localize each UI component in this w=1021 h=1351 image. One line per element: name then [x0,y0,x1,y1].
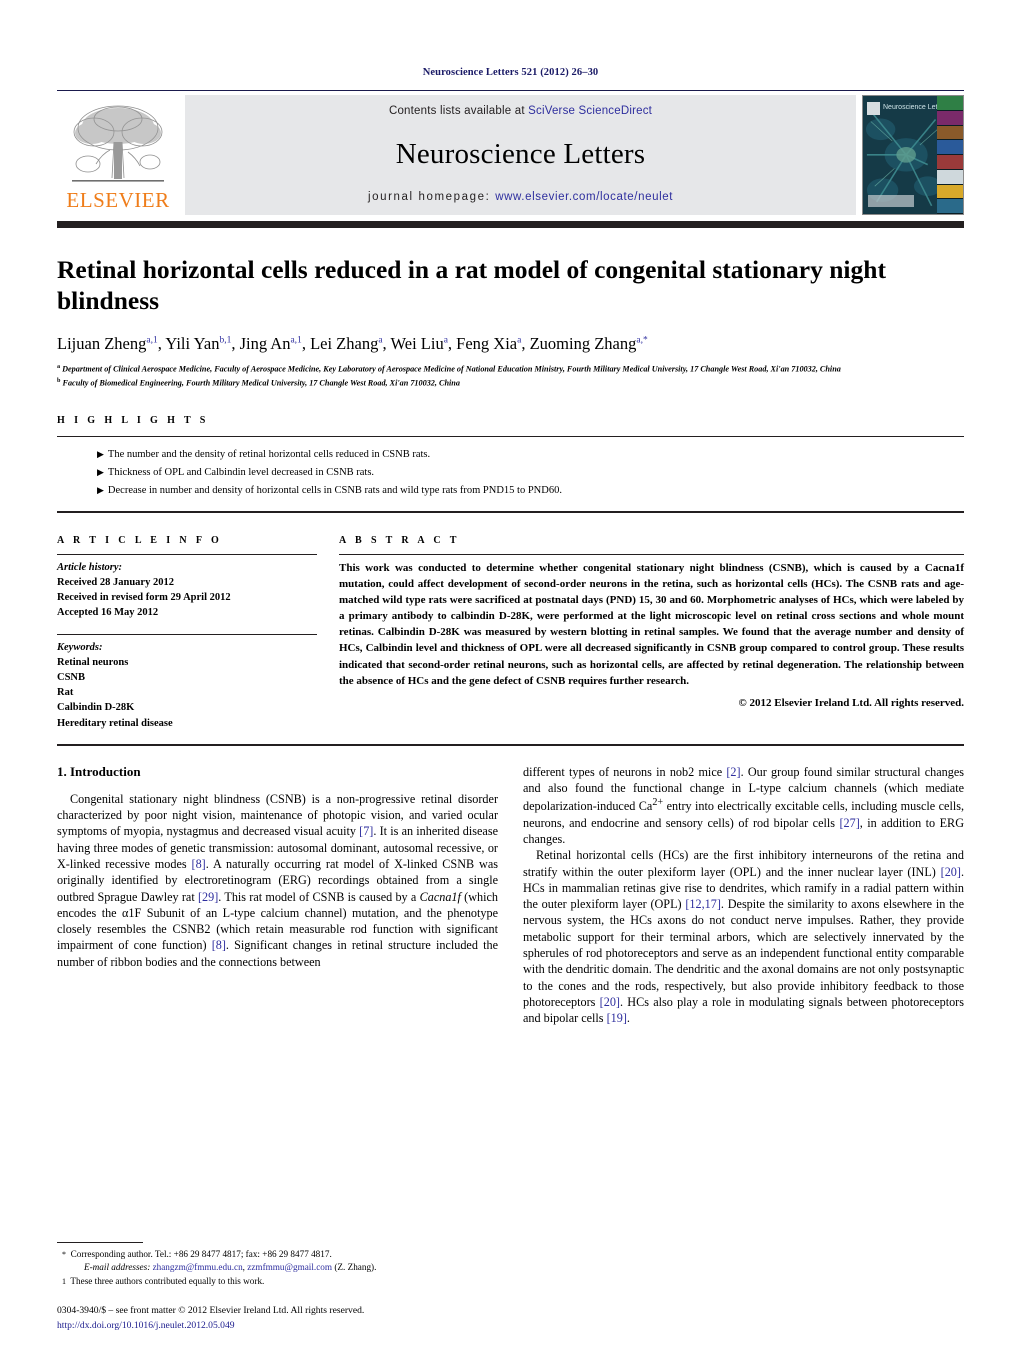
body-columns: 1. Introduction Congenital stationary ni… [57,764,964,1027]
article-info-column: A R T I C L E I N F O Article history: R… [57,535,339,731]
doi-link[interactable]: http://dx.doi.org/10.1016/j.neulet.2012.… [57,1319,527,1333]
abstract-text: This work was conducted to determine whe… [339,561,964,687]
affiliation-b: b Faculty of Biomedical Engineering, Fou… [57,377,460,388]
keywords-block: Keywords: Retinal neurons CSNB Rat Calbindi… [57,633,317,731]
article-history-item: Received 28 January 2012 [57,576,174,588]
cover-strip-cell [937,169,963,185]
intro-paragraph-right-1: different types of neurons in nob2 mice … [523,764,965,847]
page-title: Retinal horizontal cells reduced in a ra… [57,255,886,316]
cover-strip-cell [937,140,963,155]
cover-strip-cell [937,96,963,111]
keyword-item: Hereditary retinal disease [57,717,173,729]
journal-title: Neuroscience Letters [395,137,646,170]
intro-paragraph-right-2: Retinal horizontal cells (HCs) are the f… [523,848,964,1026]
abstract-label: A B S T R A C T [339,534,460,546]
intro-paragraph-left: Congenital stationary night blindness (C… [57,791,499,969]
abstract-column: A B S T R A C T This work was conducted … [339,535,964,731]
masthead-bottom-rule [57,221,964,228]
abstract-block: This work was conducted to determine whe… [339,553,964,709]
article-history-block: Article history: Received 28 January 201… [57,553,317,621]
keyword-item: CSNB [57,672,86,683]
imprint-block: 0304-3940/$ – see front matter © 2012 El… [57,1304,527,1333]
article-history-heading: Article history: [57,561,123,573]
info-abstract-row: A R T I C L E I N F O Article history: R… [57,535,964,731]
affiliation-a-text: Department of Clinical Aerospace Medicin… [62,364,841,374]
cover-strip-cell [937,199,963,214]
footnote-rule [57,1241,143,1243]
elsevier-logo[interactable]: ELSEVIER [57,95,179,215]
cover-strip-cell [937,184,963,200]
highlights-label: H I G H L I G H T S [57,414,209,426]
keyword-item: Calbindin D-28K [57,702,135,714]
triangle-right-icon: ▶ [97,485,104,496]
cover-strip-cell [937,155,963,170]
body-column-left: 1. Introduction Congenital stationary ni… [57,764,498,1027]
affiliation-b-text: Faculty of Biomedical Engineering, Fourt… [62,378,460,388]
highlights-bottom-rule [57,510,964,513]
journal-homepage-link[interactable]: www.elsevier.com/locate/neulet [495,191,673,203]
article-history-list: Received 28 January 2012 Received in revi… [57,575,317,621]
journal-homepage-line: journal homepage: www.elsevier.com/locat… [368,191,673,203]
footnote-corresponding-author: * Corresponding author. Tel.: +86 29 847… [62,1248,332,1259]
abstract-bottom-rule [57,743,964,746]
footnote-email-addresses[interactable]: E-mail addresses: zhangzm@fmmu.edu.cn, z… [57,1261,487,1275]
article-info-label: A R T I C L E I N F O [57,534,223,546]
masthead-top-rule [57,90,964,91]
footnote-equal-contribution: 1 These three authors contributed equall… [62,1276,265,1287]
sciencedirect-link[interactable]: SciVerse ScienceDirect [528,105,652,117]
elsevier-wordmark: ELSEVIER [66,188,170,212]
article-history-item: Received in revised form 29 April 2012 [57,592,231,604]
affiliation-a: a Department of Clinical Aerospace Medic… [57,362,841,374]
triangle-right-icon: ▶ [97,449,104,460]
masthead-panel: Contents lists available at SciVerse Sci… [185,95,856,215]
footnote-block: * Corresponding author. Tel.: +86 29 847… [57,1241,487,1289]
highlights-section: H I G H L I G H T S ▶ The number and the … [57,415,964,513]
abstract-copyright: © 2012 Elsevier Ireland Ltd. All rights … [738,696,964,709]
contents-prefix: Contents lists available at [388,105,529,117]
cover-footer-band [868,195,914,207]
journal-masthead: ELSEVIER Contents lists available at Sci… [57,95,964,215]
keyword-item: Retinal neurons [57,656,129,668]
highlight-item: ▶ Decrease in number and density of horiz… [97,485,562,497]
triangle-right-icon: ▶ [97,467,104,478]
keyword-item: Rat [57,687,74,699]
journal-cover-thumbnail[interactable]: Neuroscience Letters [862,95,964,215]
highlights-list: ▶ The number and the density of retinal h… [57,436,964,500]
keywords-list: Retinal neurons CSNB Rat Calbindin D-28K Her… [57,655,317,731]
running-head: Neuroscience Letters 521 (2012) 26–30 [422,67,599,78]
author-list: Lijuan Zhenga,1, Yili Yanb,1, Jing Ana,1… [57,333,648,353]
cover-strip-cell [937,110,963,126]
elsevier-tree-icon [72,105,164,182]
body-column-right: different types of neurons in nob2 mice … [523,764,964,1027]
article-history-item: Accepted 16 May 2012 [57,607,159,619]
keywords-heading: Keywords: [57,641,103,653]
highlight-item: ▶ The number and the density of retinal h… [97,449,431,461]
cover-publisher-badge [867,102,880,115]
homepage-prefix: journal homepage: [367,191,496,203]
highlight-item: ▶ Thickness of OPL and Calbindin level de… [97,467,375,479]
section-heading-introduction: 1. Introduction [57,763,141,779]
contents-available-line: Contents lists available at SciVerse Sci… [389,105,652,117]
article-page: Neuroscience Letters 521 (2012) 26–30 EL… [0,0,1021,1351]
cover-thumbnail-strip [937,96,963,214]
imprint-line: 0304-3940/$ – see front matter © 2012 El… [57,1305,365,1317]
cover-strip-cell [937,125,963,141]
